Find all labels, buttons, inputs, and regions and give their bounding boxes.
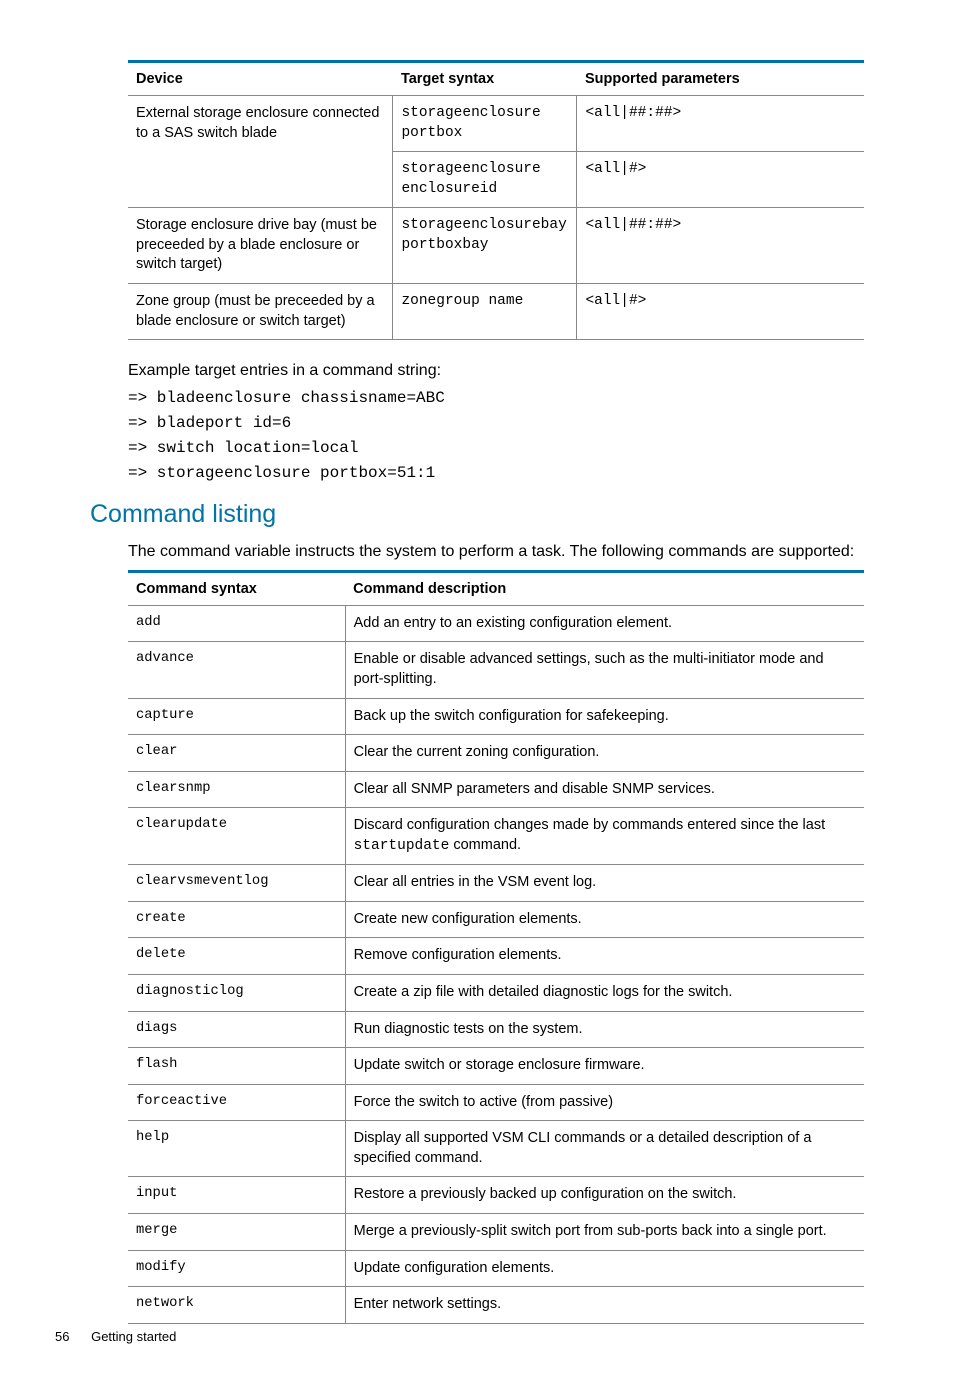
example-command: => bladeport id=6 (128, 414, 864, 432)
command-syntax-cell: clearsnmp (128, 771, 345, 808)
table-row: networkEnter network settings. (128, 1287, 864, 1324)
table-row: deleteRemove configuration elements. (128, 938, 864, 975)
command-syntax-cell: forceactive (128, 1084, 345, 1121)
supported-params-cell: <all|##:##> (577, 208, 864, 284)
col-command-syntax: Command syntax (128, 571, 345, 605)
device-cell: Storage enclosure drive bay (must be pre… (128, 208, 393, 284)
command-syntax-cell: clearupdate (128, 808, 345, 865)
table-row: clearClear the current zoning configurat… (128, 735, 864, 772)
command-description-cell: Merge a previously-split switch port fro… (345, 1213, 864, 1250)
table-row: diagsRun diagnostic tests on the system. (128, 1011, 864, 1048)
command-description-cell: Update switch or storage enclosure firmw… (345, 1048, 864, 1085)
command-description-cell: Run diagnostic tests on the system. (345, 1011, 864, 1048)
col-command-description: Command description (345, 571, 864, 605)
supported-params-cell: <all|##:##> (577, 96, 864, 152)
target-syntax-cell: storageenclosurebay portboxbay (393, 208, 577, 284)
table-head: Command syntax Command description (128, 571, 864, 605)
command-description-cell: Enable or disable advanced settings, suc… (345, 642, 864, 698)
command-description-cell: Restore a previously backed up configura… (345, 1177, 864, 1214)
table-row: External storage enclosure connected to … (128, 96, 864, 152)
command-description-cell: Clear all SNMP parameters and disable SN… (345, 771, 864, 808)
target-syntax-table: Device Target syntax Supported parameter… (128, 60, 864, 340)
table-row: helpDisplay all supported VSM CLI comman… (128, 1121, 864, 1177)
command-syntax-cell: delete (128, 938, 345, 975)
target-syntax-cell: storageenclosure enclosureid (393, 152, 577, 208)
command-syntax-cell: network (128, 1287, 345, 1324)
col-target-syntax: Target syntax (393, 62, 577, 96)
col-supported-params: Supported parameters (577, 62, 864, 96)
table-head: Device Target syntax Supported parameter… (128, 62, 864, 96)
command-syntax-cell: help (128, 1121, 345, 1177)
table-row: clearsnmpClear all SNMP parameters and d… (128, 771, 864, 808)
target-syntax-cell: zonegroup name (393, 283, 577, 339)
section-heading-command-listing: Command listing (90, 500, 864, 529)
command-syntax-cell: capture (128, 698, 345, 735)
supported-params-cell: <all|#> (577, 152, 864, 208)
supported-params-cell: <all|#> (577, 283, 864, 339)
page-number: 56 (55, 1329, 69, 1344)
command-syntax-cell: clearvsmeventlog (128, 865, 345, 902)
table-row: modifyUpdate configuration elements. (128, 1250, 864, 1287)
table-row: inputRestore a previously backed up conf… (128, 1177, 864, 1214)
command-description-cell: Add an entry to an existing configuratio… (345, 605, 864, 642)
command-description-cell: Clear all entries in the VSM event log. (345, 865, 864, 902)
table-row: diagnosticlogCreate a zip file with deta… (128, 975, 864, 1012)
table-row: createCreate new configuration elements. (128, 901, 864, 938)
command-description-cell: Create a zip file with detailed diagnost… (345, 975, 864, 1012)
table-row: advanceEnable or disable advanced settin… (128, 642, 864, 698)
command-syntax-cell: diagnosticlog (128, 975, 345, 1012)
command-syntax-cell: create (128, 901, 345, 938)
footer-title: Getting started (91, 1329, 176, 1344)
example-command: => switch location=local (128, 439, 864, 457)
section-intro: The command variable instructs the syste… (128, 541, 864, 563)
command-description-cell: Force the switch to active (from passive… (345, 1084, 864, 1121)
command-description-cell: Create new configuration elements. (345, 901, 864, 938)
table-row: forceactiveForce the switch to active (f… (128, 1084, 864, 1121)
command-syntax-cell: modify (128, 1250, 345, 1287)
command-description-cell: Remove configuration elements. (345, 938, 864, 975)
device-cell: Zone group (must be preceeded by a blade… (128, 283, 393, 339)
table-row: captureBack up the switch configuration … (128, 698, 864, 735)
command-syntax-cell: add (128, 605, 345, 642)
command-syntax-cell: flash (128, 1048, 345, 1085)
command-description-cell: Display all supported VSM CLI commands o… (345, 1121, 864, 1177)
example-command: => bladeenclosure chassisname=ABC (128, 389, 864, 407)
command-syntax-cell: advance (128, 642, 345, 698)
command-description-cell: Discard configuration changes made by co… (345, 808, 864, 865)
example-intro: Example target entries in a command stri… (128, 360, 864, 382)
command-description-cell: Clear the current zoning configuration. (345, 735, 864, 772)
command-description-cell: Update configuration elements. (345, 1250, 864, 1287)
command-syntax-cell: input (128, 1177, 345, 1214)
target-syntax-cell: storageenclosure portbox (393, 96, 577, 152)
command-syntax-cell: merge (128, 1213, 345, 1250)
example-command: => storageenclosure portbox=51:1 (128, 464, 864, 482)
table-row: flashUpdate switch or storage enclosure … (128, 1048, 864, 1085)
table-row: addAdd an entry to an existing configura… (128, 605, 864, 642)
command-description-cell: Back up the switch configuration for saf… (345, 698, 864, 735)
page-footer: 56 Getting started (55, 1329, 176, 1344)
command-description-cell: Enter network settings. (345, 1287, 864, 1324)
table-row: mergeMerge a previously-split switch por… (128, 1213, 864, 1250)
table-row: clearupdateDiscard configuration changes… (128, 808, 864, 865)
table-row: Zone group (must be preceeded by a blade… (128, 283, 864, 339)
command-listing-table: Command syntax Command description addAd… (128, 570, 864, 1324)
table-row: Storage enclosure drive bay (must be pre… (128, 208, 864, 284)
col-device: Device (128, 62, 393, 96)
table-row: clearvsmeventlogClear all entries in the… (128, 865, 864, 902)
device-cell: External storage enclosure connected to … (128, 96, 393, 208)
command-syntax-cell: clear (128, 735, 345, 772)
command-syntax-cell: diags (128, 1011, 345, 1048)
